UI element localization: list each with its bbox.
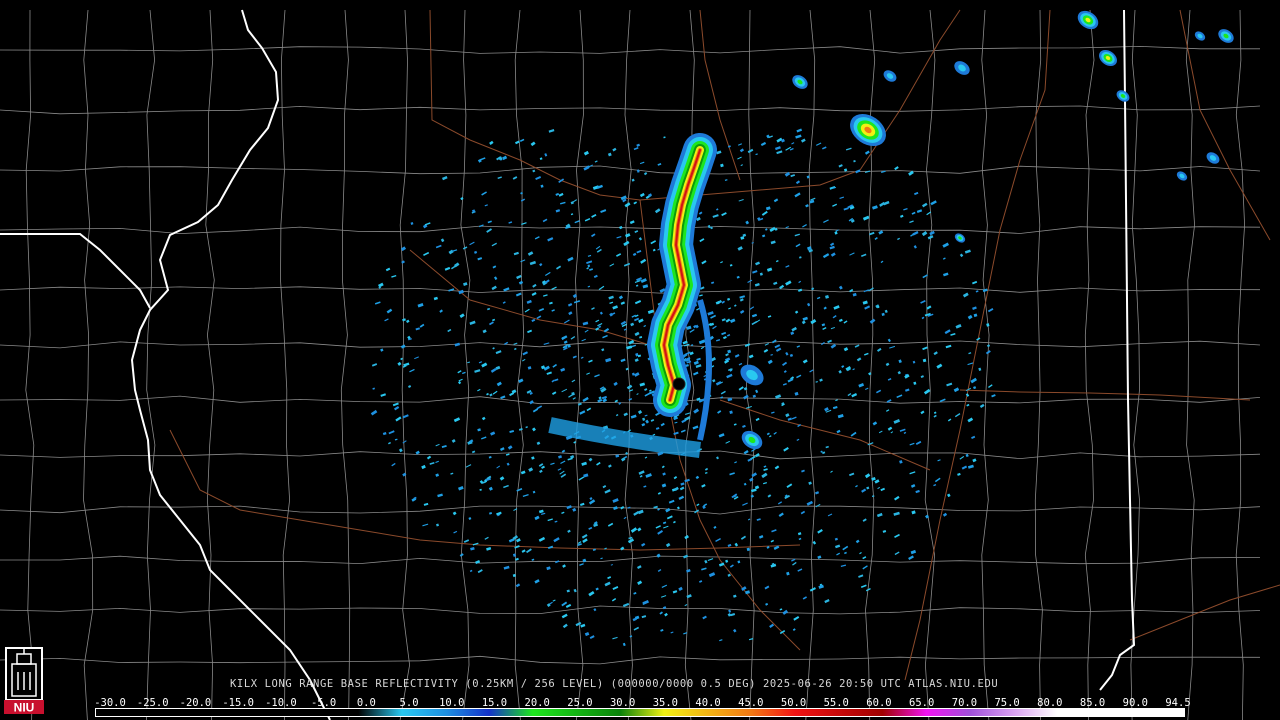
radar-site-marker — [672, 377, 686, 391]
colorbar-tick-label: 45.0 — [738, 697, 764, 709]
colorbar-tick-label: 60.0 — [866, 697, 892, 709]
logo-text: NIU — [14, 701, 35, 715]
colorbar-tick-label: 5.0 — [399, 697, 419, 709]
colorbar-tick-label: 75.0 — [994, 697, 1020, 709]
colorbar-tick-label: 35.0 — [652, 697, 679, 709]
reflectivity-echoes — [370, 10, 1234, 647]
colorbar-tick-label: 20.0 — [524, 697, 550, 709]
colorbar-tick-label: -25.0 — [136, 697, 169, 709]
radar-map[interactable] — [0, 0, 1280, 720]
colorbar-tick-label: 50.0 — [780, 697, 807, 709]
product-caption: KILX LONG RANGE BASE REFLECTIVITY (0.25K… — [230, 678, 999, 690]
county-boundaries — [0, 9, 1261, 720]
radar-viewer: NIU KILX LONG RANGE BASE REFLECTIVITY (0… — [0, 0, 1280, 720]
colorbar-tick-label: -30.0 — [94, 697, 126, 709]
colorbar-tick-label: -15.0 — [222, 697, 254, 709]
reflectivity-colorbar — [95, 708, 1185, 717]
colorbar-tick-label: -10.0 — [265, 697, 297, 709]
colorbar-tick-labels: -30.0 -25.0 -20.0 -15.0 -10.0 -5.0 0.0 5.0 10.0 1… — [92, 697, 1192, 709]
niu-tower-logo: NIU — [4, 647, 44, 715]
colorbar-tick-label: 40.0 — [695, 697, 721, 709]
colorbar-tick-label: -5.0 — [310, 697, 337, 709]
colorbar-tick-label: 94.5 — [1165, 697, 1191, 709]
colorbar-tick-label: -20.0 — [179, 697, 212, 709]
colorbar-tick-label: 80.0 — [1037, 697, 1063, 709]
colorbar-tick-label: 30.0 — [609, 697, 636, 709]
colorbar-tick-label: 10.0 — [439, 697, 465, 709]
state-boundaries — [0, 9, 1136, 720]
colorbar-tick-label: 15.0 — [481, 697, 508, 709]
colorbar-tick-label: 25.0 — [567, 697, 593, 709]
colorbar-tick-label: 65.0 — [909, 697, 935, 709]
colorbar-tick-label: 70.0 — [951, 697, 978, 709]
colorbar-tick-label: 0.0 — [356, 697, 376, 709]
colorbar-tick-label: 55.0 — [823, 697, 849, 709]
colorbar-tick-label: 90.0 — [1122, 697, 1148, 709]
colorbar-tick-label: 85.0 — [1079, 697, 1106, 709]
